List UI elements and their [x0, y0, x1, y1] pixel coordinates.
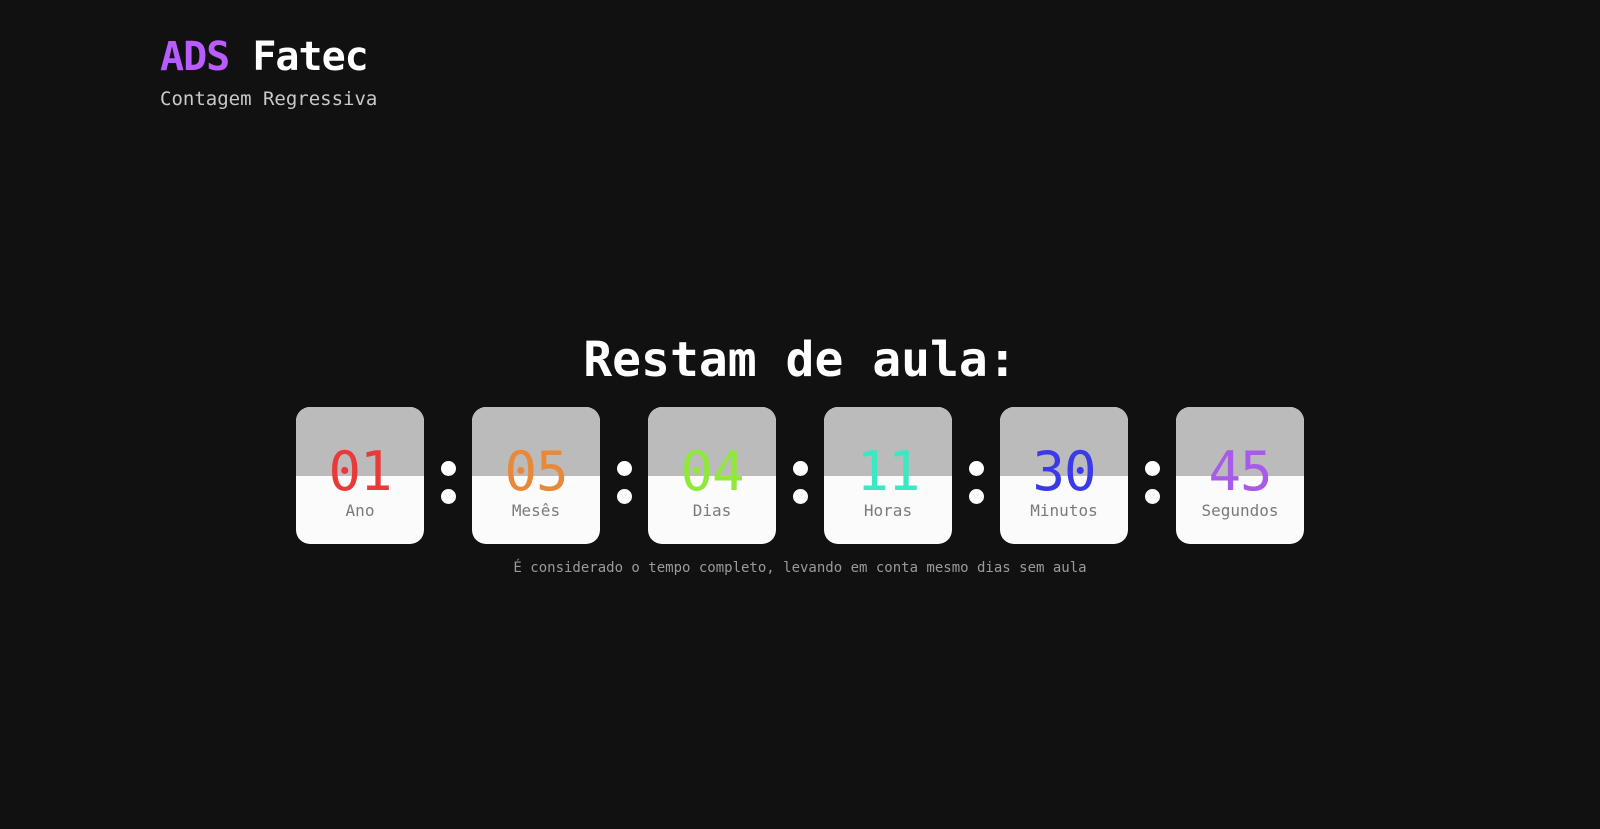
countdown-label-days: Dias [692, 501, 732, 520]
colon-dot [969, 489, 984, 504]
brand: ADS Fatec Contagem Regressiva [160, 30, 377, 112]
countdown-label-hours: Horas [863, 501, 913, 520]
countdown-card-hours: 11 Horas [824, 407, 952, 544]
brand-accent: ADS [160, 34, 230, 80]
countdown-card-days: 04 Dias [648, 407, 776, 544]
colon-separator [776, 407, 824, 544]
colon-separator [952, 407, 1000, 544]
countdown-value-months: 05 [504, 440, 568, 503]
colon-dot [793, 489, 808, 504]
countdown-value-days: 04 [680, 440, 744, 503]
countdown-card-years: 01 Ano [296, 407, 424, 544]
colon-dot [441, 489, 456, 504]
countdown-value-hours: 11 [856, 440, 920, 503]
colon-separator [1128, 407, 1176, 544]
countdown-value-years: 01 [328, 440, 392, 503]
countdown-label-seconds: Segundos [1201, 501, 1279, 520]
page-title: Restam de aula: [583, 332, 1017, 388]
colon-dot [1145, 489, 1160, 504]
countdown-value-minutes: 30 [1032, 440, 1096, 503]
colon-dot [793, 461, 808, 476]
brand-main: Fatec [252, 34, 368, 80]
colon-dot [617, 461, 632, 476]
countdown-card-seconds: 45 Segundos [1176, 407, 1304, 544]
colon-separator [600, 407, 648, 544]
footnote: É considerado o tempo completo, levando … [513, 560, 1087, 576]
countdown-value-seconds: 45 [1208, 440, 1272, 503]
colon-dot [1145, 461, 1160, 476]
colon-dot [969, 461, 984, 476]
colon-separator [424, 407, 472, 544]
brand-title: ADS Fatec [160, 30, 377, 84]
colon-dot [617, 489, 632, 504]
countdown-label-minutes: Minutos [1030, 501, 1098, 520]
countdown-card-minutes: 30 Minutos [1000, 407, 1128, 544]
countdown: 01 Ano 05 Mesês 04 Dias 11 Horas 30 Minu… [296, 407, 1304, 544]
page: ADS Fatec Contagem Regressiva Restam de … [0, 0, 1600, 829]
countdown-card-months: 05 Mesês [472, 407, 600, 544]
colon-dot [441, 461, 456, 476]
countdown-label-years: Ano [345, 501, 375, 520]
countdown-label-months: Mesês [511, 501, 561, 520]
brand-subtitle: Contagem Regressiva [160, 88, 378, 110]
